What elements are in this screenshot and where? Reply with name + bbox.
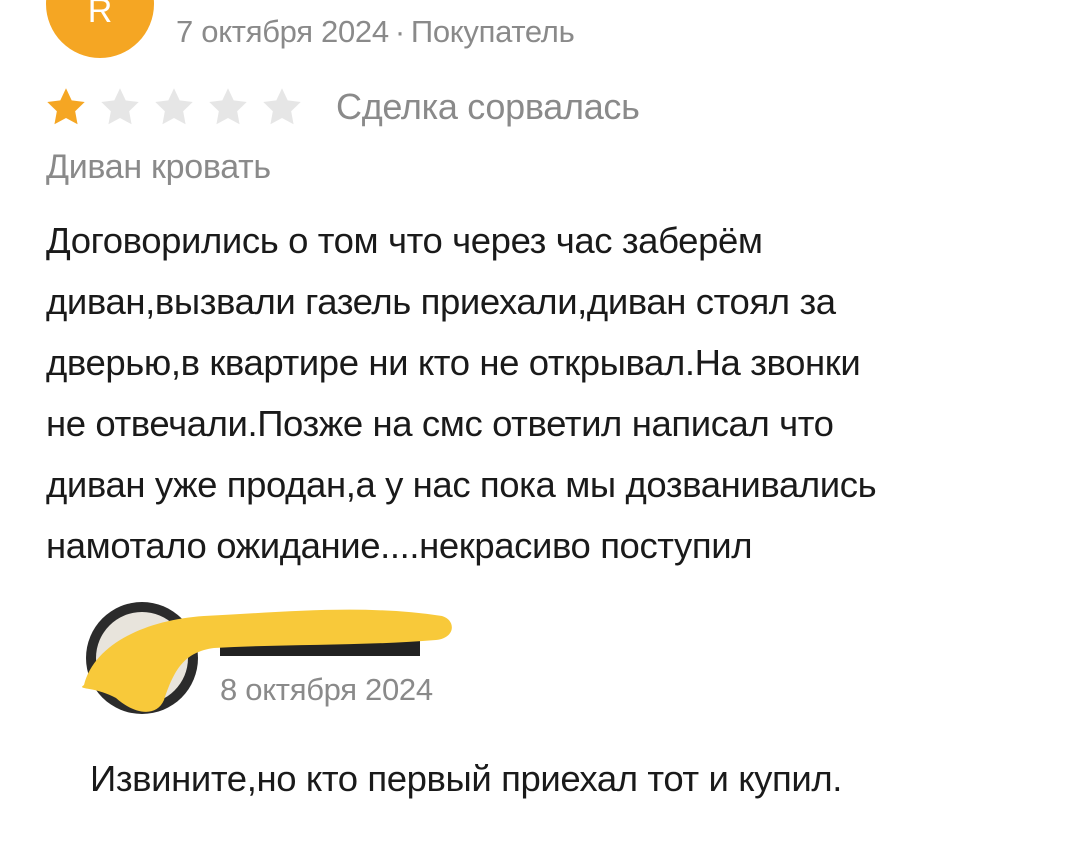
product-title[interactable]: Диван кровать [46,148,271,187]
author-role: Покупатель [410,14,575,49]
reviewer-avatar-letter: R [87,0,113,30]
star-empty-icon [101,88,139,125]
seller-reply: 8 октября 2024 Извините,но кто первый пр… [0,590,1080,860]
meta-separator: · [394,14,405,49]
star-filled-icon [47,88,85,125]
reply-text: Извините,но кто первый приехал тот и куп… [90,758,843,799]
review-text-line: дверью,в квартире ни кто не открывал.На … [46,342,861,383]
review-text-line: диван,вызвали газель приехали,диван стоя… [46,281,836,322]
reviewer-avatar[interactable]: R [46,0,154,58]
rating-row: Сделка сорвалась [44,84,640,130]
review-text-line: диван уже продан,а у нас пока мы дозвани… [46,464,877,505]
review-date: 7 октября 2024 [176,14,389,49]
star-empty-icon [155,88,193,125]
review-text-line: не отвечали.Позже на смс ответил написал… [46,403,834,444]
reply-date: 8 октября 2024 [220,672,433,707]
review-text-line: намотало ожидание....некрасиво поступил [46,525,753,566]
review-meta: 7 октября 2024 · Покупатель [176,14,575,50]
review-card: R 7 октября 2024 · Покупатель Сделка сорва… [0,0,1080,580]
review-text-line: Договорились о том что через час заберём [46,220,763,261]
redaction-scribble [82,609,452,712]
star-empty-icon [263,88,301,125]
star-empty-icon [209,88,247,125]
review-text: Договорились о том что через час заберём… [46,210,1056,576]
star-rating [44,85,314,129]
deal-status: Сделка сорвалась [336,86,640,127]
